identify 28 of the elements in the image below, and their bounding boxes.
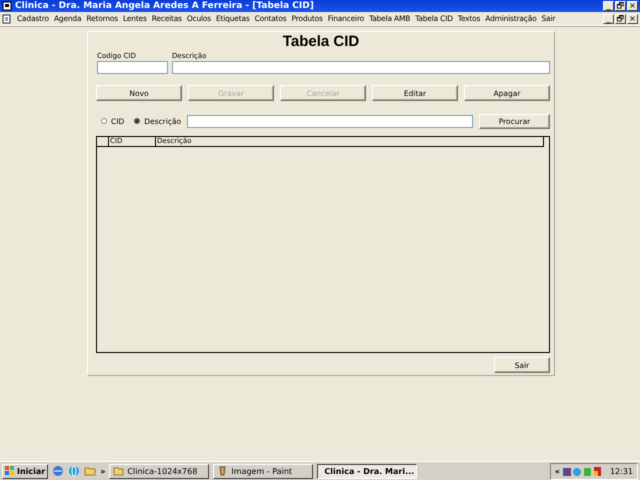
- window-title: Clinica - Dra. Maria Angela Aredes A Ferreira - [Tabela CID]: [15, 1, 314, 11]
- more-button[interactable]: »: [100, 466, 106, 476]
- radio-button[interactable]: [134, 118, 140, 124]
- radio-button[interactable]: [101, 118, 107, 124]
- folder-icon: [113, 466, 124, 476]
- taskbar-button[interactable]: Clinica-1024x768: [109, 464, 210, 478]
- input-field[interactable]: [97, 61, 168, 74]
- globe-icon[interactable]: [68, 465, 80, 477]
- window-control-button[interactable]: 🗗: [615, 1, 626, 11]
- clock: 12:31: [610, 466, 633, 476]
- window-control-button[interactable]: _: [603, 1, 614, 11]
- start-button[interactable]: Iniciar: [2, 464, 48, 478]
- app-icon: [2, 1, 12, 11]
- form-title: Tabela CID: [282, 32, 360, 51]
- input-field[interactable]: [172, 61, 550, 74]
- document-control-button[interactable]: _: [603, 14, 614, 24]
- taskbar-button[interactable]: Clinica - Dra. Mari...: [317, 464, 418, 478]
- tray-expand-button[interactable]: «: [554, 466, 560, 476]
- search-field[interactable]: [187, 114, 474, 128]
- windows-flag-icon: [5, 466, 15, 476]
- taskbar-button[interactable]: Imagem - Paint: [213, 464, 314, 478]
- folder-icon[interactable]: [84, 465, 96, 477]
- tray-icons[interactable]: [562, 466, 603, 476]
- brush-icon: [217, 466, 228, 476]
- document-control-button[interactable]: 🗗: [615, 14, 626, 24]
- window-control-button[interactable]: ×: [627, 1, 638, 11]
- browser-icon[interactable]: [52, 465, 64, 477]
- document-control-button[interactable]: ×: [627, 14, 638, 24]
